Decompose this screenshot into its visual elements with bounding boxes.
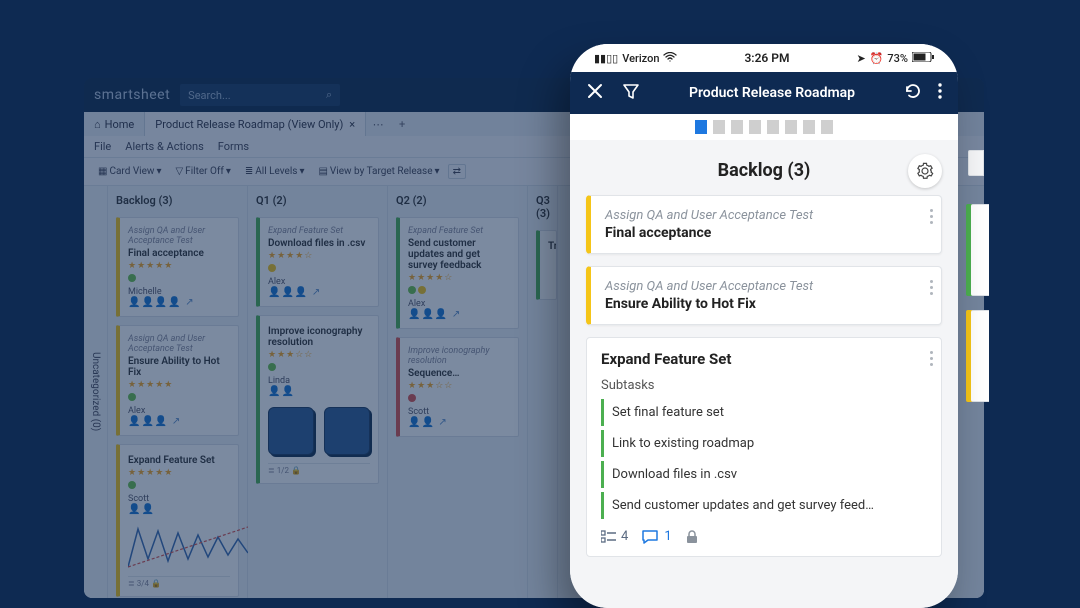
- lane-title-q3: Q3 (3): [536, 194, 549, 222]
- mobile-card-final-acceptance[interactable]: Assign QA and User Acceptance Test Final…: [586, 195, 942, 254]
- page-indicator[interactable]: [749, 120, 761, 134]
- people-icon: 👤👤👤👤 ↗: [128, 297, 230, 308]
- card-q3-partial[interactable]: Tr: [536, 230, 557, 300]
- ios-status-bar: ▮▮▯▯ Verizon 3:26 PM ➤ ⏰ 73%: [570, 44, 958, 72]
- subtask-item[interactable]: Set final feature set: [601, 399, 927, 426]
- subtasks-heading: Subtasks: [601, 378, 927, 393]
- subtask-item[interactable]: Download files in .csv: [601, 461, 927, 488]
- home-icon: ⌂: [94, 118, 101, 131]
- page-indicator[interactable]: [821, 120, 833, 134]
- lane-q2: Q2 (2) Expand Feature Set Send customer …: [388, 186, 528, 598]
- battery-icon: [912, 52, 934, 65]
- subtask-count: 4: [601, 529, 628, 544]
- card-title: Ensure Ability to Hot Fix: [605, 296, 927, 312]
- filter-icon[interactable]: [622, 82, 640, 104]
- card-title: Expand Feature Set: [601, 350, 927, 368]
- card-footer: 4 1: [601, 529, 927, 544]
- subtask-item[interactable]: Send customer updates and get survey fee…: [601, 492, 927, 519]
- lane-title: Backlog (3): [718, 160, 811, 181]
- card-expand-feature-set-backlog[interactable]: Expand Feature Set ★★★★★ Scott 👤👤 ≣ 3/4 …: [116, 444, 239, 597]
- search-icon: ⌕: [326, 88, 332, 102]
- carrier-label: Verizon: [622, 52, 659, 65]
- mobile-card-hot-fix[interactable]: Assign QA and User Acceptance Test Ensur…: [586, 266, 942, 325]
- signal-bars-icon: ▮▮▯▯: [594, 52, 618, 65]
- card-title: Final acceptance: [605, 225, 927, 241]
- card-download-csv[interactable]: Expand Feature Set Download files in .cs…: [256, 217, 379, 307]
- page-indicator[interactable]: [803, 120, 815, 134]
- card-customer-updates[interactable]: Expand Feature Set Send customer updates…: [396, 217, 519, 329]
- card-thumbnails: [268, 397, 370, 455]
- lock-icon: [686, 530, 698, 544]
- levels-selector[interactable]: ≣ All Levels ▾: [239, 164, 311, 179]
- card-more-icon[interactable]: [930, 206, 933, 227]
- mobile-card-expand-feature-set[interactable]: Expand Feature Set Subtasks Set final fe…: [586, 337, 942, 557]
- global-search[interactable]: Search... ⌕: [180, 84, 340, 106]
- lane-title-q1: Q1 (2): [256, 194, 379, 209]
- lane-q3: Q3 (3) Tr: [528, 186, 558, 598]
- toolbar-extra[interactable]: ⇄: [448, 164, 466, 179]
- checklist-icon: [601, 530, 617, 544]
- menu-forms[interactable]: Forms: [218, 140, 249, 153]
- search-placeholder: Search...: [188, 89, 231, 102]
- lane-q1: Q1 (2) Expand Feature Set Download files…: [248, 186, 388, 598]
- card-more-icon[interactable]: [930, 348, 933, 369]
- card-view-selector[interactable]: ▦ Card View ▾: [92, 164, 167, 179]
- lane-backlog: Backlog (3) Assign QA and User Acceptanc…: [108, 186, 248, 598]
- new-tab-button[interactable]: +: [390, 112, 414, 136]
- wifi-icon: [663, 52, 677, 65]
- sheet-tab-label: Product Release Roadmap (View Only): [155, 118, 343, 131]
- mobile-lane-body: Backlog (3) Assign QA and User Acceptanc…: [570, 140, 958, 608]
- menu-alerts[interactable]: Alerts & Actions: [125, 140, 204, 153]
- lane-uncategorized: Uncategorized (0): [84, 186, 108, 598]
- card-iconography[interactable]: Improve iconography resolution ★★★☆☆ Lin…: [256, 315, 379, 484]
- gear-icon: [916, 162, 934, 180]
- card-sequence[interactable]: Improve iconography resolution Sequence……: [396, 337, 519, 437]
- mobile-device-frame: ▮▮▯▯ Verizon 3:26 PM ➤ ⏰ 73% Product Rel…: [570, 44, 958, 608]
- tab-overflow[interactable]: ⋯: [366, 112, 390, 136]
- refresh-icon[interactable]: [904, 82, 922, 104]
- lane-title-uncategorized: Uncategorized (0): [90, 352, 101, 431]
- location-icon: ➤: [856, 52, 865, 65]
- app-logo: smartsheet: [94, 87, 170, 103]
- alarm-icon: ⏰: [870, 52, 884, 65]
- right-peek-cards: [962, 150, 992, 608]
- home-tab[interactable]: ⌂ Home: [84, 112, 145, 136]
- page-indicator[interactable]: [695, 120, 707, 134]
- status-time: 3:26 PM: [744, 51, 789, 65]
- comment-count[interactable]: 1: [642, 529, 671, 544]
- lane-settings-button[interactable]: [908, 154, 942, 188]
- card-final-acceptance[interactable]: Assign QA and User Acceptance Test Final…: [116, 217, 239, 317]
- close-tab-icon[interactable]: ×: [349, 118, 355, 131]
- card-epic-label: Assign QA and User Acceptance Test: [605, 279, 927, 294]
- card-more-icon[interactable]: [930, 277, 933, 298]
- lane-title-backlog: Backlog (3): [116, 194, 239, 209]
- view-by-selector[interactable]: ▤ View by Target Release ▾: [312, 164, 445, 179]
- sparkline-chart: [128, 519, 248, 569]
- sheet-tab-active[interactable]: Product Release Roadmap (View Only) ×: [145, 112, 366, 136]
- lane-title-q2: Q2 (2): [396, 194, 519, 209]
- lane-header: Backlog (3): [586, 150, 942, 195]
- close-icon[interactable]: [586, 82, 604, 104]
- page-indicator[interactable]: [785, 120, 797, 134]
- subtask-item[interactable]: Link to existing roadmap: [601, 430, 927, 457]
- more-icon[interactable]: [938, 83, 942, 103]
- page-indicator[interactable]: [731, 120, 743, 134]
- card-footer-stats: ≣ 3/4 🔒: [128, 576, 230, 588]
- battery-percent: 73%: [887, 52, 908, 65]
- menu-file[interactable]: File: [94, 140, 111, 153]
- page-indicator[interactable]: [713, 120, 725, 134]
- comment-icon: [642, 530, 660, 544]
- card-hot-fix[interactable]: Assign QA and User Acceptance Test Ensur…: [116, 325, 239, 436]
- mobile-header-title: Product Release Roadmap: [689, 85, 855, 101]
- filter-toggle[interactable]: ▽ Filter Off ▾: [169, 164, 236, 179]
- lane-paginator[interactable]: [570, 114, 958, 140]
- page-indicator[interactable]: [767, 120, 779, 134]
- home-label: Home: [105, 118, 135, 131]
- card-epic-label: Assign QA and User Acceptance Test: [605, 208, 927, 223]
- lock-indicator: [686, 530, 698, 544]
- mobile-app-header: Product Release Roadmap: [570, 72, 958, 114]
